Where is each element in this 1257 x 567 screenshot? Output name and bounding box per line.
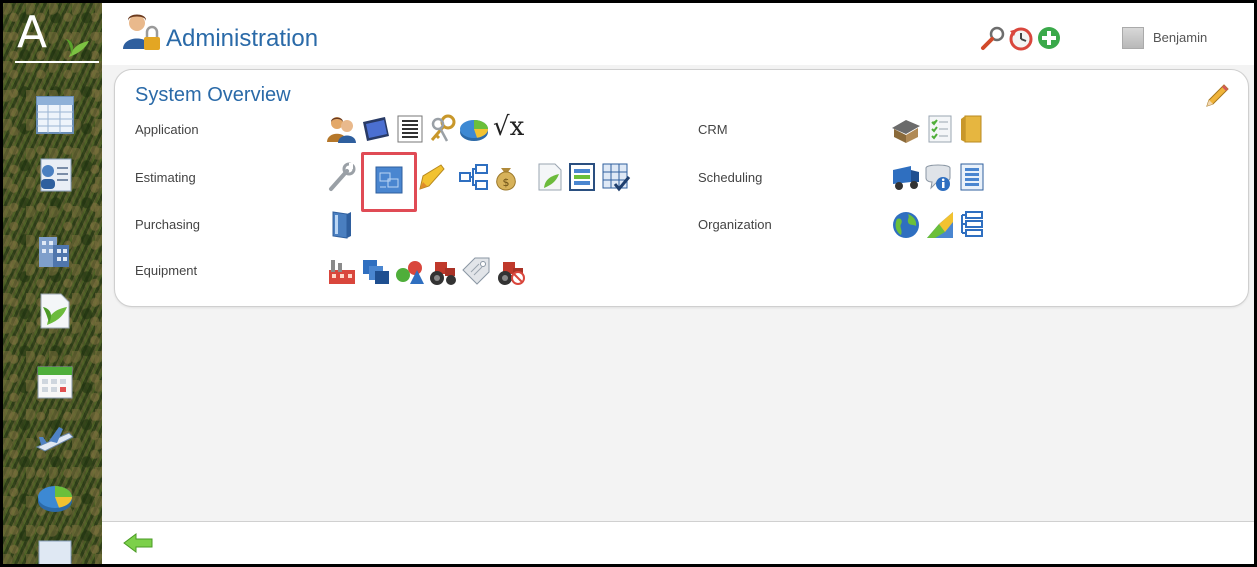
stack-icon[interactable]: [361, 256, 391, 286]
house-icon[interactable]: [891, 114, 921, 144]
edit-pencil-icon[interactable]: [1203, 82, 1231, 110]
sidebar-blueprint-icon[interactable]: [35, 537, 75, 564]
checklist-grid-icon[interactable]: [601, 162, 631, 192]
section-label-scheduling: Scheduling: [698, 170, 763, 185]
section-label-application: Application: [135, 122, 199, 137]
pencil-arrow-icon[interactable]: [417, 162, 447, 192]
factory-icon[interactable]: [327, 256, 357, 286]
section-label-purchasing: Purchasing: [135, 217, 201, 232]
document-check-icon[interactable]: [925, 114, 955, 144]
hierarchy-icon[interactable]: [459, 162, 489, 192]
selected-highlight: [361, 152, 417, 212]
sidebar-spreadsheet-icon[interactable]: [35, 95, 75, 135]
plant-document-icon[interactable]: [535, 162, 565, 192]
app-window: A Administration Benjamin System Overvie…: [0, 0, 1257, 567]
section-label-estimating: Estimating: [135, 170, 196, 185]
section-label-crm: CRM: [698, 122, 728, 137]
svg-text:$: $: [503, 176, 510, 189]
wrench-icon[interactable]: [327, 162, 357, 192]
add-icon[interactable]: [1036, 25, 1062, 51]
globe-icon[interactable]: [891, 210, 921, 240]
list-icon[interactable]: [395, 114, 425, 144]
keys-icon[interactable]: [427, 114, 457, 144]
chat-info-icon[interactable]: [923, 162, 953, 192]
report-icon[interactable]: [567, 162, 597, 192]
app-logo[interactable]: A: [9, 5, 99, 69]
back-arrow-icon[interactable]: [122, 532, 154, 554]
sprout-icon: [65, 33, 93, 59]
folder-icon[interactable]: [957, 114, 987, 144]
user-name[interactable]: Benjamin: [1153, 30, 1207, 45]
truck-icon[interactable]: [891, 162, 921, 192]
panel-title: System Overview: [135, 84, 291, 106]
book-icon[interactable]: [327, 210, 357, 240]
avatar[interactable]: [1122, 27, 1144, 49]
sidebar-plant-document-icon[interactable]: [35, 291, 75, 331]
list-doc-icon[interactable]: [957, 162, 987, 192]
sidebar-plane-icon[interactable]: [35, 419, 75, 459]
admin-user-lock-icon: [122, 13, 162, 51]
sidebar-buildings-icon[interactable]: [35, 231, 75, 271]
sidebar: A: [3, 3, 102, 564]
tractor-icon[interactable]: [427, 256, 457, 286]
section-label-organization: Organization: [698, 217, 772, 232]
logo-underline: [15, 61, 99, 63]
tablet-icon[interactable]: [361, 114, 391, 144]
system-overview-panel: System Overview Application Estimating P…: [114, 69, 1249, 307]
sidebar-contact-card-icon[interactable]: [35, 155, 75, 195]
users-icon[interactable]: [327, 114, 357, 144]
tag-icon[interactable]: [461, 256, 491, 286]
header-bar: Administration Benjamin: [102, 3, 1254, 65]
main-content: System Overview Application Estimating P…: [102, 65, 1254, 521]
tractor-no-icon[interactable]: [495, 256, 525, 286]
logo-letter: A: [17, 7, 48, 58]
org-list-icon[interactable]: [957, 210, 987, 240]
pie-chart-icon[interactable]: [459, 114, 489, 144]
sqrt-x-icon[interactable]: √x: [493, 112, 524, 142]
footer-bar: [102, 521, 1254, 564]
search-icon[interactable]: [980, 25, 1006, 51]
money-bag-icon[interactable]: $: [491, 162, 521, 192]
shapes-icon[interactable]: [395, 256, 425, 286]
page-title: Administration: [166, 25, 319, 52]
sidebar-calendar-icon[interactable]: [35, 361, 75, 401]
sidebar-pie-chart-icon[interactable]: [35, 477, 75, 517]
history-clock-icon[interactable]: [1008, 25, 1034, 51]
map-icon[interactable]: [925, 210, 955, 240]
section-label-equipment: Equipment: [135, 263, 198, 278]
